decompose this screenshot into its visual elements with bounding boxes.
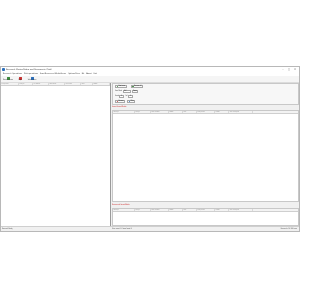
found-count-label: Found: [115, 96, 119, 97]
select-items-label: Select Items: [27, 80, 37, 81]
column-header[interactable]: Name/ID: [113, 111, 135, 113]
column-header[interactable]: Disk/Volume: [197, 209, 215, 211]
controls-row-4: Recover Filter: [115, 100, 136, 103]
filter-label: Filter: [130, 101, 134, 102]
select-items-button[interactable]: Select Items: [27, 76, 37, 81]
stop-label: Stop: [18, 80, 22, 81]
stop-button[interactable]: Stop: [15, 76, 25, 81]
column-header[interactable]: Hash value/Disk: [229, 209, 253, 211]
found-items-grid[interactable]: Name/ID Size/ID Date Created Status Type…: [112, 110, 299, 202]
column-header[interactable]: Drive/Folder: [1, 83, 19, 85]
start-scan-button[interactable]: Start scan: [115, 85, 127, 88]
menu-options[interactable]: Options/View: [68, 73, 80, 75]
column-header[interactable]: Size/ID: [135, 209, 151, 211]
column-header[interactable]: Total Space: [49, 83, 65, 85]
right-pane: Start scan Recover all Scan Mode Full Pa…: [112, 83, 299, 226]
menu-scan[interactable]: Scan/Recovered Media/Items: [40, 73, 66, 75]
drive-list-pane[interactable]: Drive/Folder Disk/Vol. File system Total…: [1, 83, 111, 226]
column-header[interactable]: Name/ID: [113, 209, 135, 211]
recovered-items-grid[interactable]: Name/ID Size/ID Date Created Status Type…: [112, 208, 299, 226]
found-count-field: 0: [119, 95, 125, 98]
toolbar: Recover Items Stop Select Items: [1, 76, 299, 83]
menu-disk[interactable]: Disk operations: [24, 73, 38, 75]
recover-button[interactable]: Recover: [115, 100, 126, 103]
recovered-panel-title: Recovered Items/Media: [112, 205, 130, 206]
menu-about[interactable]: About: [86, 73, 91, 75]
controls-row-1: Start scan Recover all: [115, 85, 143, 88]
recover-items-label: Recover Items: [3, 80, 13, 81]
menu-bit[interactable]: Bit: [82, 73, 84, 75]
column-header[interactable]: Status: [169, 209, 183, 211]
scan-mode-select[interactable]: Full: [122, 90, 131, 93]
column-header[interactable]: Date Created: [151, 111, 169, 113]
column-header[interactable]: Date Created: [151, 209, 169, 211]
app-window: Recoverit Photos/Video and Documents (Tr…: [0, 66, 300, 232]
pause-label: Pause: [133, 91, 137, 92]
menu-exit[interactable]: Exit: [94, 73, 97, 75]
drive-list-header: Drive/Folder Disk/Vol. File system Total…: [1, 83, 110, 86]
recover-all-button[interactable]: Recover all: [130, 85, 143, 88]
recover-label: Recover: [118, 101, 124, 102]
filter-button[interactable]: Filter: [127, 100, 136, 103]
column-header[interactable]: Status: [169, 111, 183, 113]
column-header[interactable]: Type: [183, 209, 197, 211]
status-right: Recoverit v1.0 / All items: [280, 228, 297, 230]
column-header[interactable]: Hash value/Disk: [229, 111, 253, 113]
controls-row-2: Scan Mode Full Pause: [115, 90, 139, 93]
menu-recoverit[interactable]: Recoverit Operations: [3, 73, 22, 75]
status-bar: Recoverit Ready Drive count: 0 / Items f…: [1, 226, 299, 231]
column-header[interactable]: Type: [183, 111, 197, 113]
status-left: Recoverit Ready: [2, 228, 13, 230]
status-middle: Drive count: 0 / Items found: 0: [112, 228, 132, 230]
scan-controls: Start scan Recover all Scan Mode Full Pa…: [112, 83, 299, 105]
window-title: Recoverit Photos/Video and Documents (Tr…: [6, 68, 52, 71]
recovered-grid-header: Name/ID Size/ID Date Created Status Type…: [113, 209, 298, 212]
controls-row-3: Found 0 Sel. 0: [115, 95, 134, 98]
found-grid-header: Name/ID Size/ID Date Created Status Type…: [113, 111, 298, 114]
app-logo-icon: [2, 68, 5, 71]
column-header[interactable]: Free Space: [65, 83, 81, 85]
start-scan-label: Start scan: [118, 86, 126, 87]
recover-all-label: Recover all: [134, 86, 142, 87]
column-header[interactable]: Size/ID: [135, 111, 151, 113]
scan-mode-label: Scan Mode: [115, 91, 123, 92]
column-header[interactable]: Disk/Volume: [197, 111, 215, 113]
selected-count-field: 0: [128, 95, 134, 98]
found-panel-title: Found Items/Media: [112, 107, 127, 108]
column-header[interactable]: Disk/Vol.: [19, 83, 33, 85]
pause-button[interactable]: Pause: [131, 90, 139, 93]
column-header[interactable]: Status: [93, 83, 110, 85]
column-header[interactable]: Used: [81, 83, 93, 85]
column-header[interactable]: Cluster: [215, 111, 229, 113]
column-header[interactable]: Cluster: [215, 209, 229, 211]
column-header[interactable]: File system: [33, 83, 49, 85]
recover-items-button[interactable]: Recover Items: [3, 76, 13, 81]
